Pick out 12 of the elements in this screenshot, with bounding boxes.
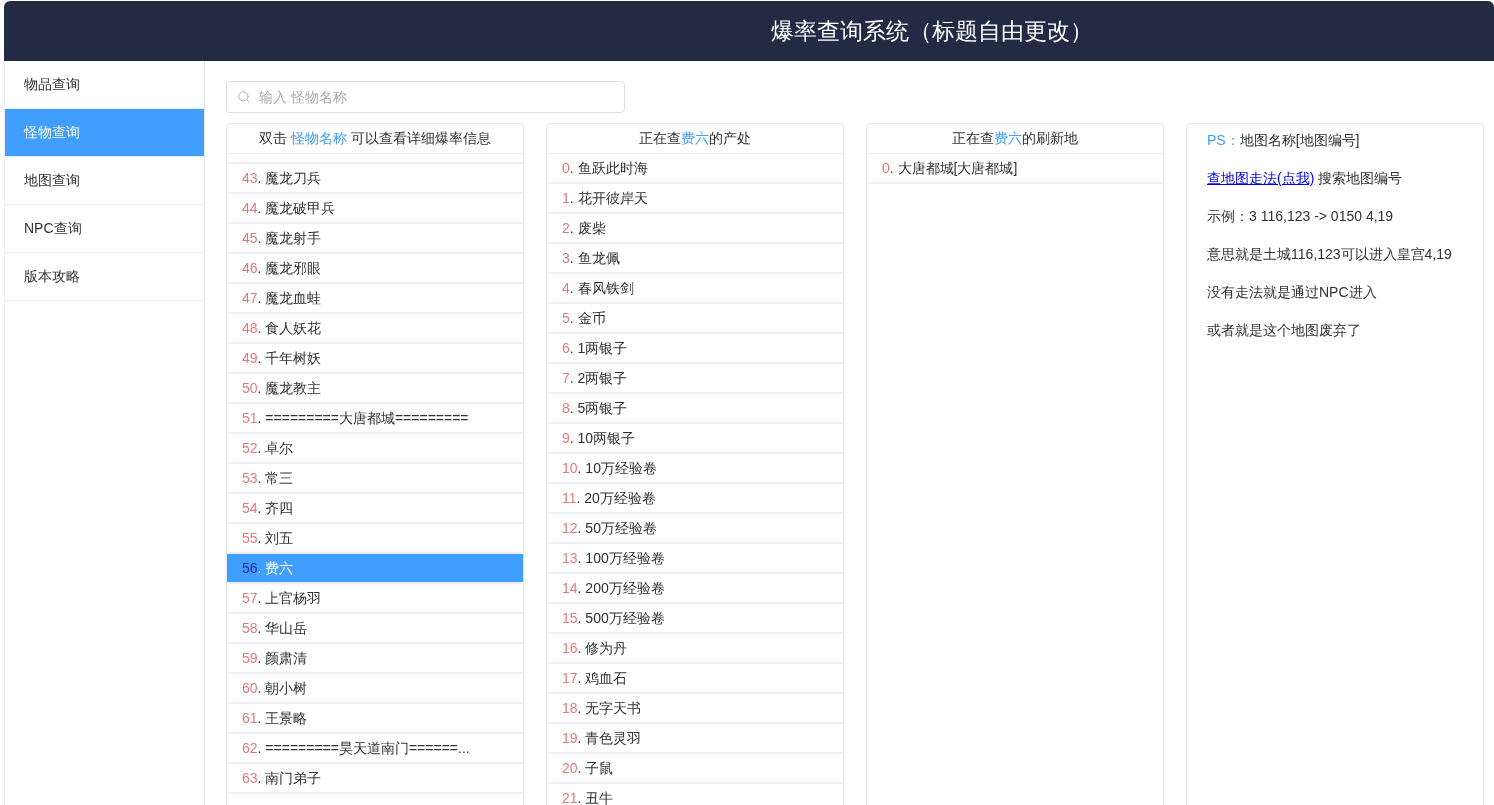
info-text: 意思就是土城116,123可以进入皇宫4,19 xyxy=(1207,245,1453,264)
search-field[interactable]: 输入 怪物名称 xyxy=(226,81,625,113)
info-text: 没有走法就是通过NPC进入 xyxy=(1207,283,1378,302)
info-text: 示例：3 116,123 -> 0150 4,19 xyxy=(1207,207,1395,226)
info-text: 或者就是这个地图废弃了 xyxy=(1207,321,1362,340)
info-text: PS：地图名称[地图编号] xyxy=(1207,131,1361,150)
map-route-link[interactable]: 查地图走法(点我) xyxy=(1207,170,1315,186)
monster-list-item[interactable]: 56. 费六 xyxy=(227,554,523,584)
page-title: 爆率查询系统（标题自由更改） xyxy=(771,16,1093,46)
info-text: 搜索地图编号 xyxy=(1317,170,1403,186)
panel-heading: 双击 怪物名称 可以查看详细爆率信息 xyxy=(227,124,523,154)
search-icon xyxy=(237,90,251,104)
